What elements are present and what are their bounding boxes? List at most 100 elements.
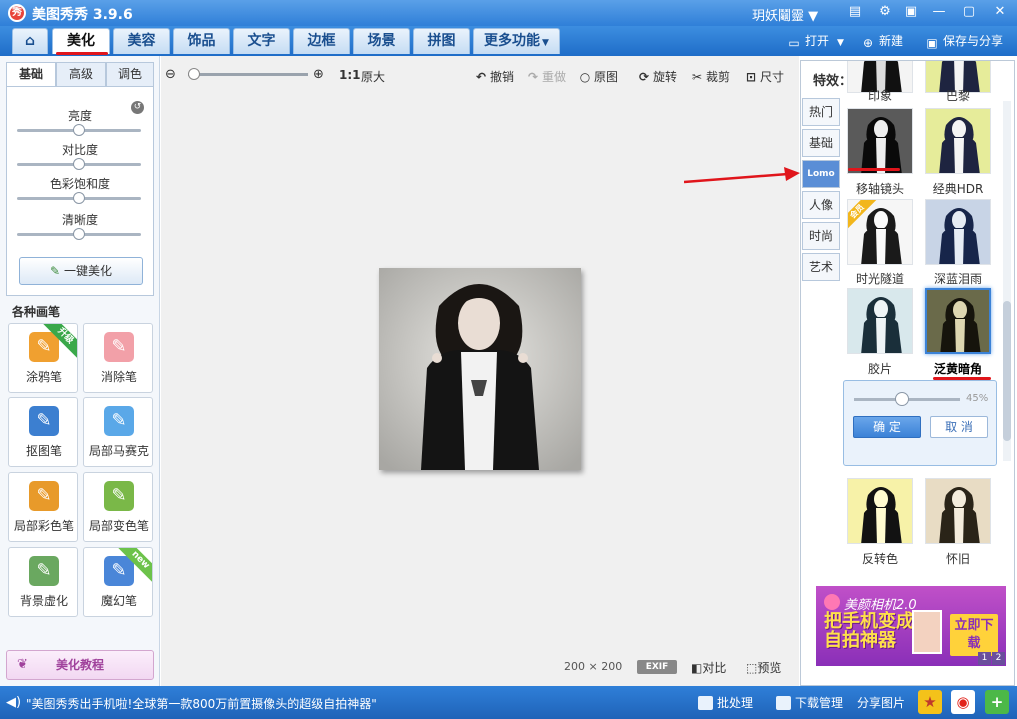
slider-knob[interactable] xyxy=(73,192,85,204)
effect-thumbnail[interactable] xyxy=(847,288,913,354)
resize-button[interactable]: ⊡ 尺寸 xyxy=(744,68,784,85)
preview-button[interactable]: ⬚预览 xyxy=(746,659,781,676)
preview-icon: ⬚ xyxy=(746,661,758,675)
chevron-down-icon: ▼ xyxy=(837,38,844,48)
ratio-1to1-button[interactable]: 1:1 xyxy=(339,68,361,82)
more-label: 更多功能 xyxy=(484,33,541,49)
exif-button[interactable]: EXIF xyxy=(637,660,677,674)
news-ticker[interactable]: "美图秀秀出手机啦!全球第一款800万前置摄像头的超级自拍神器" xyxy=(26,695,377,712)
saturation-slider[interactable] xyxy=(17,192,141,204)
ad-page-2[interactable]: 2 xyxy=(992,652,1005,665)
hands-icon: ❦ xyxy=(17,657,28,672)
main-nav: ⌂ 美化 美容 饰品 文字 边框 场景 拼图 更多功能 ▼ ▭ 打开 ▼ ⊕ 新建 ▣ 保… xyxy=(0,26,1017,56)
effect-thumbnail[interactable] xyxy=(847,108,913,174)
scroll-thumb[interactable] xyxy=(1003,301,1011,441)
one-click-beautify-button[interactable]: ✎ 一键美化 xyxy=(19,257,143,285)
tab-advanced[interactable]: 高级 xyxy=(56,62,106,86)
zoom-in-icon[interactable]: ⊕ xyxy=(313,67,324,82)
contrast-slider[interactable] xyxy=(17,158,141,170)
effect-category-tab[interactable]: 热门 xyxy=(802,98,840,126)
brush-magic-wand[interactable]: ✎ 魔幻笔 new xyxy=(83,547,153,617)
effect-thumbnail[interactable] xyxy=(847,478,913,544)
effect-thumbnail[interactable] xyxy=(925,478,991,544)
effect-category-tab[interactable]: 人像 xyxy=(802,191,840,219)
effect-category-tab[interactable]: Lomo xyxy=(802,160,840,188)
brush-cutout-pen[interactable]: ✎ 抠图笔 xyxy=(8,397,78,467)
brush-label: 魔幻笔 xyxy=(100,594,137,608)
effect-preview-image xyxy=(848,479,912,543)
effect-thumbnail[interactable] xyxy=(925,288,991,354)
ad-model-photo xyxy=(912,610,942,654)
ad-page-1[interactable]: 1 xyxy=(978,652,991,665)
zoom-knob[interactable] xyxy=(188,68,200,80)
camera-app-ad[interactable]: 美颜相机2.0 把手机变成自拍神器 立即下载 1 2 xyxy=(816,586,1006,666)
slider-knob[interactable] xyxy=(73,228,85,240)
settings-icon[interactable]: ⚙ xyxy=(875,3,895,21)
tab-basic[interactable]: 基础 xyxy=(6,62,56,86)
app-title: 美图秀秀 3.9.6 xyxy=(32,7,133,23)
brightness-slider[interactable] xyxy=(17,124,141,136)
zoom-slider[interactable] xyxy=(188,73,308,76)
effects-scrollbar[interactable] xyxy=(1003,101,1011,461)
maximize-button[interactable]: ▢ xyxy=(959,3,979,21)
slider-knob[interactable] xyxy=(73,124,85,136)
speaker-icon: ◀) xyxy=(6,695,22,710)
image-dimensions: 200 × 200 xyxy=(564,660,623,673)
brush-eraser[interactable]: ✎ 消除笔 xyxy=(83,323,153,393)
effect-category-tab[interactable]: 基础 xyxy=(802,129,840,157)
batch-button[interactable]: 批处理 xyxy=(698,694,753,711)
effect-thumbnail[interactable] xyxy=(925,199,991,265)
zoom-out-icon[interactable]: ⊖ xyxy=(165,67,176,82)
effect-thumbnail[interactable]: 会员 xyxy=(847,199,913,265)
download-manager-button[interactable]: 下载管理 xyxy=(776,694,843,711)
effect-category-tab[interactable]: 艺术 xyxy=(802,253,840,281)
menu-icon[interactable]: ▣ xyxy=(901,3,921,21)
tab-beauty[interactable]: 美容 xyxy=(113,28,170,54)
close-button[interactable]: ✕ xyxy=(990,3,1010,21)
ad-download-button[interactable]: 立即下载 xyxy=(950,614,998,656)
brush-background-blur[interactable]: ✎ 背景虚化 xyxy=(8,547,78,617)
effect-category-tab[interactable]: 时尚 xyxy=(802,222,840,250)
notes-icon[interactable]: ▤ xyxy=(845,3,865,21)
effect-strength-knob[interactable] xyxy=(894,392,909,406)
weibo-icon[interactable]: ◉ xyxy=(951,690,975,714)
tab-border[interactable]: 边框 xyxy=(293,28,350,54)
tab-collage[interactable]: 拼图 xyxy=(413,28,470,54)
redo-button[interactable]: ↷ 重做 xyxy=(526,68,566,85)
save-share-button[interactable]: ▣ 保存与分享 xyxy=(924,32,1003,50)
original-size-button[interactable]: 原大 xyxy=(361,68,385,85)
cancel-button[interactable]: 取 消 xyxy=(930,416,988,438)
plus-icon[interactable]: + xyxy=(985,690,1009,714)
crop-button[interactable]: ✂ 裁剪 xyxy=(690,68,730,85)
effect-thumbnail[interactable] xyxy=(925,108,991,174)
tab-beautify[interactable]: 美化 xyxy=(52,28,110,54)
effect-label: 泛黄暗角 xyxy=(933,362,982,376)
home-icon: ⌂ xyxy=(24,33,36,49)
minimize-button[interactable]: — xyxy=(929,3,949,21)
compare-button[interactable]: ◧对比 xyxy=(691,659,726,676)
tab-more[interactable]: 更多功能 ▼ xyxy=(473,28,560,54)
star-icon[interactable]: ★ xyxy=(918,690,942,714)
slider-knob[interactable] xyxy=(73,158,85,170)
tutorial-button[interactable]: ❦ 美化教程 xyxy=(6,650,154,680)
brush-paint-bucket[interactable]: ✎ 局部变色笔 xyxy=(83,472,153,542)
brush-mosaic[interactable]: ✎ 局部马赛克 xyxy=(83,397,153,467)
tab-text[interactable]: 文字 xyxy=(233,28,290,54)
brush-color-brush[interactable]: ✎ 局部彩色笔 xyxy=(8,472,78,542)
brushes-heading: 各种画笔 xyxy=(12,305,61,319)
undo-button[interactable]: ↶ 撤销 xyxy=(474,68,514,85)
tab-scene[interactable]: 场景 xyxy=(353,28,410,54)
original-image-button[interactable]: ○ 原图 xyxy=(578,68,618,85)
confirm-button[interactable]: 确 定 xyxy=(853,416,921,438)
open-button[interactable]: ▭ 打开 ▼ xyxy=(786,32,844,52)
new-button[interactable]: ⊕ 新建 xyxy=(860,32,903,50)
brush-brush[interactable]: ✎ 涂鸦笔 升级 xyxy=(8,323,78,393)
photo-canvas[interactable] xyxy=(379,268,581,470)
sharpness-slider[interactable] xyxy=(17,228,141,240)
user-menu[interactable]: 玥妖鬮靈 ▼ xyxy=(752,5,818,24)
tab-color[interactable]: 调色 xyxy=(106,62,154,86)
rotate-button[interactable]: ⟳ 旋转 xyxy=(637,68,677,85)
share-image-button[interactable]: 分享图片 xyxy=(857,694,905,711)
home-tab[interactable]: ⌂ xyxy=(12,28,48,54)
tab-accessories[interactable]: 饰品 xyxy=(173,28,230,54)
